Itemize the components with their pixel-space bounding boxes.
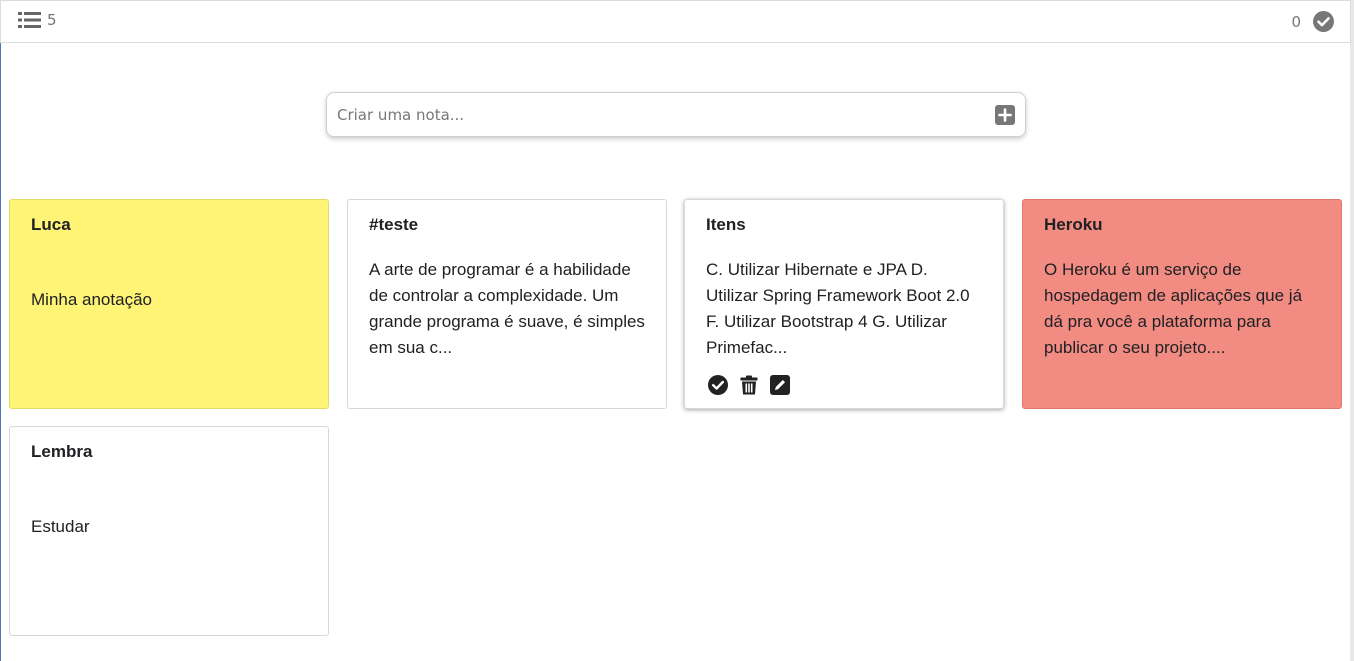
note-title: Lembra <box>31 442 93 461</box>
notes-counter[interactable]: 5 <box>18 11 57 29</box>
note-card-heroku[interactable]: Heroku O Heroku é um serviço de hospedag… <box>1022 199 1342 409</box>
notes-count: 5 <box>47 11 57 29</box>
scrollbar-track[interactable] <box>1350 0 1354 661</box>
done-count: 0 <box>1291 12 1301 31</box>
note-actions <box>708 375 790 395</box>
top-bar: 5 0 <box>0 0 1351 43</box>
done-counter[interactable]: 0 <box>1291 11 1334 32</box>
note-title: #teste <box>369 215 419 234</box>
note-card-lembra[interactable]: Lembra Estudar <box>9 426 329 636</box>
note-title: Itens <box>706 215 746 234</box>
trash-icon[interactable] <box>740 375 758 395</box>
note-title: Luca <box>31 215 71 234</box>
create-note-bar <box>326 92 1026 137</box>
create-note-input[interactable] <box>337 105 995 124</box>
edit-icon[interactable] <box>770 375 790 395</box>
note-title: Heroku <box>1044 215 1103 234</box>
note-card-itens[interactable]: Itens C. Utilizar Hibernate e JPA D. Uti… <box>684 199 1004 409</box>
list-icon <box>18 12 41 28</box>
note-body: A arte de programar é a habilidade de co… <box>369 260 645 357</box>
note-body: C. Utilizar Hibernate e JPA D. Utilizar … <box>706 260 970 357</box>
check-circle-icon[interactable] <box>708 375 728 395</box>
window-left-border <box>0 0 1 661</box>
note-card-luca[interactable]: Luca Minha anotação <box>9 199 329 409</box>
plus-square-icon[interactable] <box>995 104 1015 125</box>
note-body: Estudar <box>31 517 90 536</box>
note-card-teste[interactable]: #teste A arte de programar é a habilidad… <box>347 199 667 409</box>
check-circle-icon <box>1313 11 1334 32</box>
note-body: O Heroku é um serviço de hospedagem de a… <box>1044 260 1303 357</box>
note-body: Minha anotação <box>31 290 152 309</box>
